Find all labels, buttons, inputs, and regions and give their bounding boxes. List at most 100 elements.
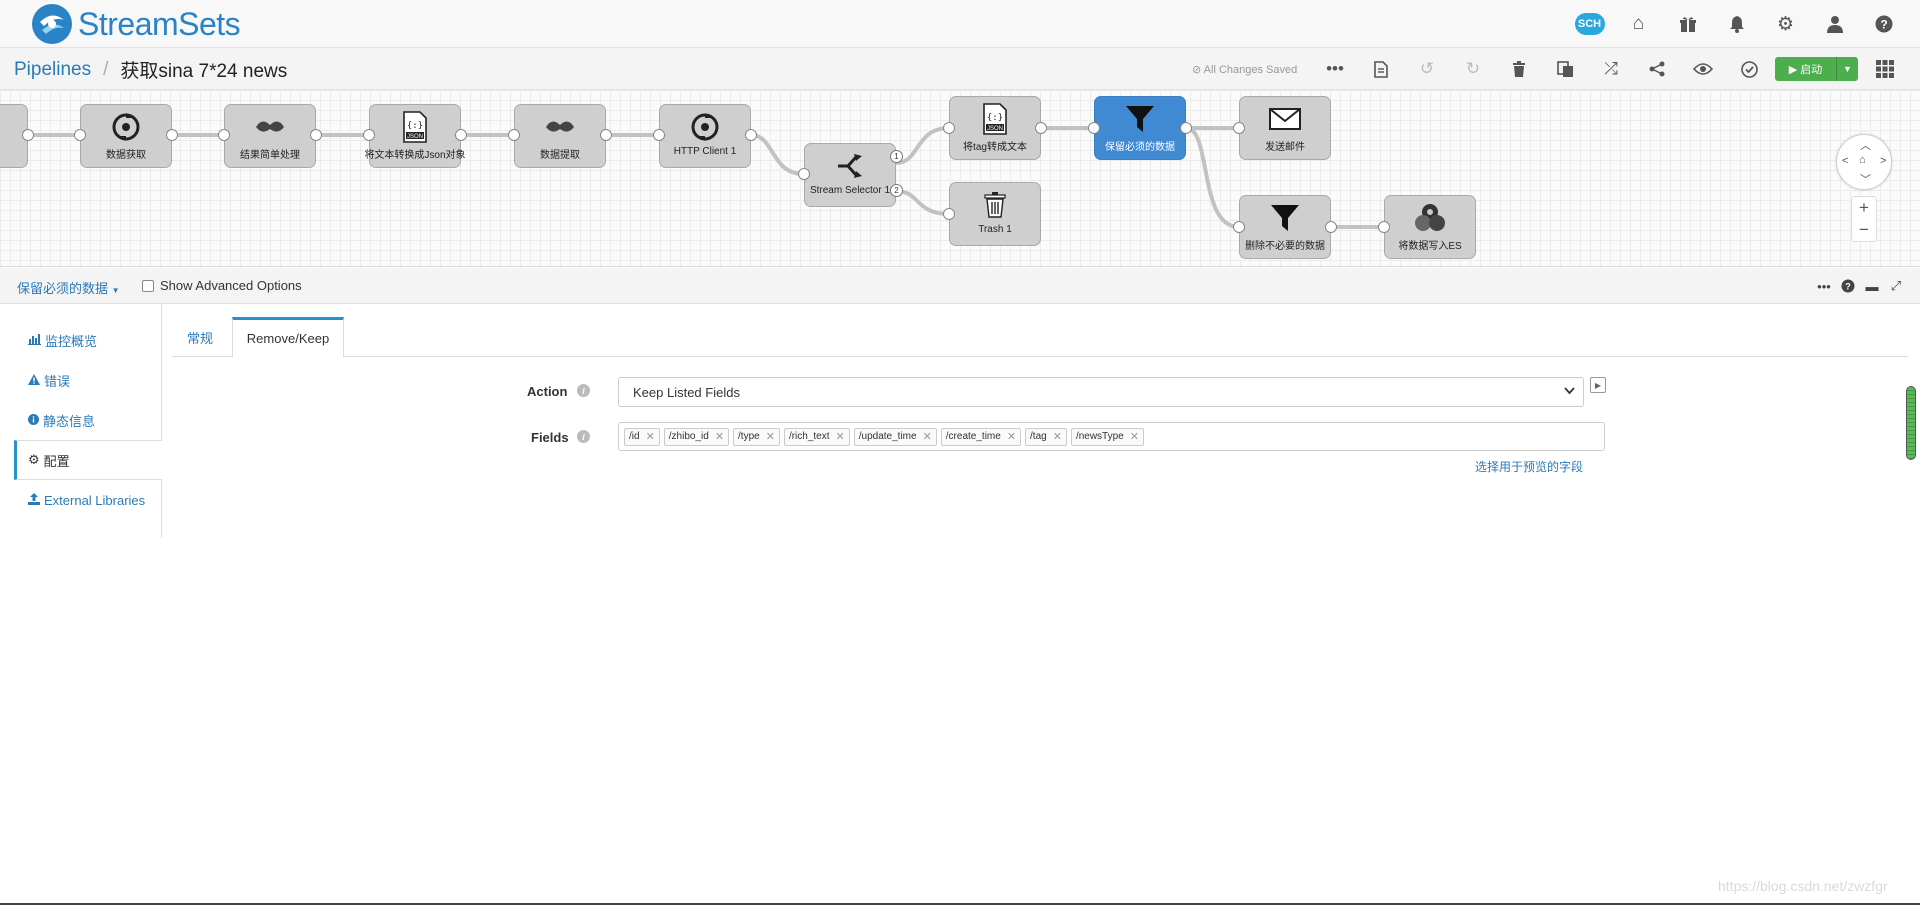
gift-icon[interactable] xyxy=(1663,0,1712,48)
output-port[interactable] xyxy=(455,129,467,141)
pane-help-icon[interactable]: ? xyxy=(1836,277,1860,295)
start-pipeline-button[interactable]: ▶ 启动 ▼ xyxy=(1775,57,1858,81)
pipeline-stage-http-client[interactable]: HTTP Client 1 xyxy=(659,104,751,168)
input-port[interactable] xyxy=(1378,221,1390,233)
canvas-pan-control[interactable]: ︿ < ⌂ > ﹀ xyxy=(1836,134,1892,190)
input-port[interactable] xyxy=(653,129,665,141)
delete-icon[interactable] xyxy=(1496,48,1542,90)
tab-general[interactable]: 常规 xyxy=(172,317,228,357)
output-port[interactable] xyxy=(600,129,612,141)
nav-static-info[interactable]: 静态信息 xyxy=(14,400,162,440)
pan-home-icon[interactable]: ⌂ xyxy=(1859,154,1866,166)
preview-eye-icon[interactable] xyxy=(1680,48,1726,90)
pan-down-icon[interactable]: ﹀ xyxy=(1860,171,1871,187)
pipeline-stage-tag-to-text[interactable]: {:} JSON 将tag转成文本 xyxy=(949,96,1041,160)
output-port[interactable] xyxy=(1180,122,1192,134)
field-tag: /type ✕ xyxy=(733,427,780,446)
start-options-caret-icon[interactable]: ▼ xyxy=(1837,57,1858,81)
show-advanced-options[interactable]: Show Advanced Options xyxy=(142,278,302,293)
pipeline-stage-remove-unneeded[interactable]: 删除不必要的数据 xyxy=(1239,195,1331,259)
fields-info-icon[interactable]: i xyxy=(577,430,590,443)
zoom-in-icon[interactable]: + xyxy=(1859,197,1869,219)
action-select[interactable]: Keep Listed Fields xyxy=(618,377,1584,407)
app-grid-icon[interactable] xyxy=(1874,58,1896,80)
zoom-out-icon[interactable]: − xyxy=(1859,219,1869,241)
pipeline-stage-simple-process[interactable]: 结果简单处理 xyxy=(224,104,316,168)
output-port[interactable] xyxy=(310,129,322,141)
show-advanced-checkbox[interactable] xyxy=(142,279,154,292)
output-port[interactable] xyxy=(166,129,178,141)
field-tag-text: /newsType xyxy=(1075,431,1124,442)
fields-tag-input[interactable]: /id ✕ /zhibo_id ✕ /type ✕ /rich_text ✕ /upda… xyxy=(618,422,1605,451)
preview-play-icon[interactable]: ▶ xyxy=(1590,377,1606,393)
action-info-icon[interactable]: i xyxy=(577,384,590,397)
remove-tag-icon[interactable]: ✕ xyxy=(836,430,845,443)
input-port[interactable] xyxy=(218,129,230,141)
remove-tag-icon[interactable]: ✕ xyxy=(766,430,775,443)
pan-left-icon[interactable]: < xyxy=(1842,155,1848,167)
output-port[interactable] xyxy=(1035,122,1047,134)
selector-output-1[interactable]: 1 xyxy=(890,150,903,163)
input-port[interactable] xyxy=(798,168,810,180)
start-button-label[interactable]: ▶ 启动 xyxy=(1775,57,1837,81)
pane-more-icon[interactable]: ••• xyxy=(1812,277,1836,295)
input-port[interactable] xyxy=(1088,122,1100,134)
sch-cloud-icon[interactable]: SCH xyxy=(1565,0,1614,48)
nav-external-libraries[interactable]: External Libraries xyxy=(14,480,162,520)
input-port[interactable] xyxy=(1233,122,1245,134)
selected-stage-dropdown[interactable]: 保留必须的数据 ▼ xyxy=(17,278,120,297)
pipeline-stage-text-to-json[interactable]: {:} JSON 将文本转换成Json对象 xyxy=(364,104,466,168)
pipeline-stage-trash[interactable]: Trash 1 xyxy=(949,182,1041,246)
output-port[interactable] xyxy=(745,129,757,141)
pipeline-stage-keep-required-selected[interactable]: 保留必须的数据 xyxy=(1094,96,1186,160)
remove-tag-icon[interactable]: ✕ xyxy=(1053,430,1062,443)
nav-errors[interactable]: 错误 xyxy=(14,360,162,400)
pan-up-icon[interactable]: ︿ xyxy=(1860,137,1871,153)
tab-remove-keep[interactable]: Remove/Keep xyxy=(232,317,344,358)
pane-maximize-icon[interactable]: ⤢ xyxy=(1884,277,1908,295)
duplicate-icon[interactable] xyxy=(1542,48,1588,90)
redo-icon[interactable]: ↻ xyxy=(1450,48,1496,90)
pick-preview-fields-link[interactable]: 选择用于预览的字段 xyxy=(1475,458,1583,475)
more-options-icon[interactable]: ••• xyxy=(1312,48,1358,90)
remove-tag-icon[interactable]: ✕ xyxy=(646,430,655,443)
pane-minimize-icon[interactable]: ▬ xyxy=(1860,277,1884,295)
input-port[interactable] xyxy=(1233,221,1245,233)
remove-tag-icon[interactable]: ✕ xyxy=(923,430,932,443)
gears-icon[interactable]: ⚙ xyxy=(1761,0,1810,48)
nav-monitoring-summary[interactable]: 监控概览 xyxy=(14,320,162,360)
selector-output-2[interactable]: 2 xyxy=(890,184,903,197)
output-port[interactable] xyxy=(22,129,34,141)
validate-icon[interactable] xyxy=(1726,48,1772,90)
help-icon[interactable]: ? xyxy=(1859,0,1908,48)
input-port[interactable] xyxy=(943,122,955,134)
pan-right-icon[interactable]: > xyxy=(1880,155,1886,167)
breadcrumb-pipelines-link[interactable]: Pipelines xyxy=(14,59,91,81)
field-tag-text: /create_time xyxy=(945,431,1001,442)
streamsets-logo[interactable]: StreamSets xyxy=(30,2,241,46)
nav-configuration[interactable]: ⚙ 配置 xyxy=(14,440,162,480)
user-icon[interactable] xyxy=(1810,0,1859,48)
undo-icon[interactable]: ↺ xyxy=(1404,48,1450,90)
document-icon[interactable] xyxy=(1358,48,1404,90)
share-icon[interactable] xyxy=(1634,48,1680,90)
bell-icon[interactable] xyxy=(1712,0,1761,48)
pipeline-stage-data-extract[interactable]: 数据提取 xyxy=(514,104,606,168)
stage-label: 将文本转换成Json对象 xyxy=(364,150,466,161)
output-port[interactable] xyxy=(1325,221,1337,233)
remove-tag-icon[interactable]: ✕ xyxy=(715,430,724,443)
input-port[interactable] xyxy=(74,129,86,141)
scrollbar-thumb[interactable] xyxy=(1906,386,1916,460)
input-port[interactable] xyxy=(943,208,955,220)
home-icon[interactable]: ⌂ xyxy=(1614,0,1663,48)
input-port[interactable] xyxy=(363,129,375,141)
pipeline-stage-write-es[interactable]: 将数据写入ES xyxy=(1384,195,1476,259)
shuffle-icon[interactable]: ⤮ xyxy=(1588,48,1634,90)
remove-tag-icon[interactable]: ✕ xyxy=(1130,430,1139,443)
pipeline-stage-data-fetch[interactable]: 数据获取 xyxy=(80,104,172,168)
pipeline-canvas[interactable]: 数据获取 结果简单处理 {:} JSON 将文本转换成Json对象 数据提取 HT… xyxy=(0,90,1920,267)
remove-tag-icon[interactable]: ✕ xyxy=(1007,430,1016,443)
input-port[interactable] xyxy=(508,129,520,141)
pipeline-stage-send-mail[interactable]: 发送邮件 xyxy=(1239,96,1331,160)
pipeline-stage-stream-selector[interactable]: Stream Selector 1 xyxy=(804,143,896,207)
